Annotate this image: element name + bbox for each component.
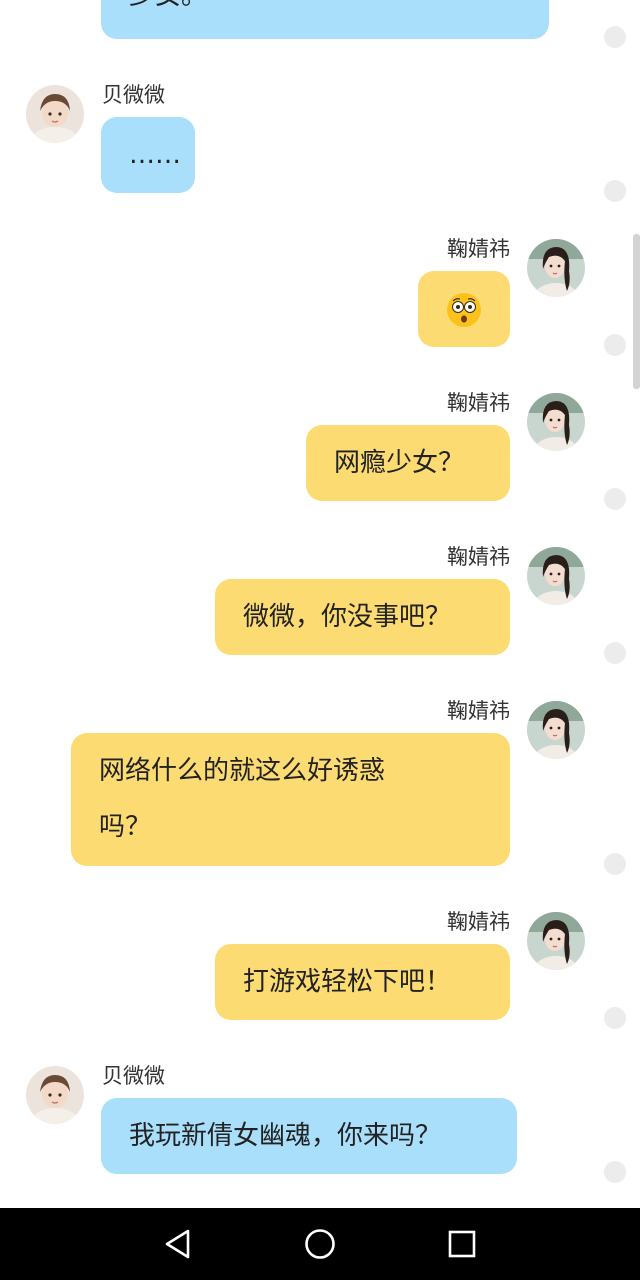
message-bubble[interactable]: 我玩新倩女幽魂，你来吗？ xyxy=(101,1098,517,1174)
message-status-dot xyxy=(604,488,626,510)
sender-name: 鞠婧祎 xyxy=(447,237,510,261)
message-status-dot xyxy=(604,180,626,202)
message-text-line: 网络什么的就这么好诱惑 xyxy=(99,756,386,786)
message-text-line: 吗？ xyxy=(99,812,152,842)
sender-name: 贝微微 xyxy=(102,83,165,107)
message-text: 网瘾少女？ xyxy=(334,448,465,478)
message-text: 少女。 xyxy=(129,0,207,11)
system-nav-bar xyxy=(0,1208,640,1280)
message-text: 打游戏轻松下吧！ xyxy=(243,967,452,997)
message-bubble[interactable]: 微微，你没事吧？ xyxy=(215,579,510,655)
avatar-jujingyi[interactable] xyxy=(527,547,585,605)
message-list[interactable]: 少女。 贝微微 …… xyxy=(0,0,640,1208)
message-status-dot xyxy=(604,1161,626,1183)
message-bubble[interactable]: 网瘾少女？ xyxy=(306,425,510,501)
message-text: 微微，你没事吧？ xyxy=(243,602,452,632)
message-bubble[interactable]: 打游戏轻松下吧！ xyxy=(215,944,510,1020)
message-bubble[interactable]: 少女。 xyxy=(101,0,549,39)
message-text: 我玩新倩女幽魂，你来吗？ xyxy=(129,1121,442,1151)
message-status-dot xyxy=(604,1007,626,1029)
message-bubble[interactable] xyxy=(418,271,510,347)
message-status-dot xyxy=(604,334,626,356)
message-bubble[interactable]: 网络什么的就这么好诱惑 吗？ xyxy=(71,733,510,866)
message-status-dot xyxy=(604,853,626,875)
home-circle-icon[interactable] xyxy=(302,1226,338,1262)
back-triangle-icon[interactable] xyxy=(160,1226,196,1262)
avatar-beiweiwei[interactable] xyxy=(26,85,84,143)
astonished-face-emoji xyxy=(447,292,481,327)
sender-name: 鞠婧祎 xyxy=(447,910,510,934)
message-text: …… xyxy=(129,140,181,170)
sender-name: 鞠婧祎 xyxy=(447,545,510,569)
message-status-dot xyxy=(604,26,626,48)
sender-name: 贝微微 xyxy=(102,1064,165,1088)
avatar-jujingyi[interactable] xyxy=(527,239,585,297)
recents-square-icon[interactable] xyxy=(444,1226,480,1262)
avatar-jujingyi[interactable] xyxy=(527,393,585,451)
avatar-jujingyi[interactable] xyxy=(527,912,585,970)
message-status-dot xyxy=(604,642,626,664)
chat-screen: 少女。 贝微微 …… xyxy=(0,0,640,1280)
avatar-beiweiwei[interactable] xyxy=(26,1066,84,1124)
message-bubble[interactable]: …… xyxy=(101,117,195,193)
sender-name: 鞠婧祎 xyxy=(447,699,510,723)
scrollbar[interactable] xyxy=(633,234,640,389)
sender-name: 鞠婧祎 xyxy=(447,391,510,415)
avatar-jujingyi[interactable] xyxy=(527,701,585,759)
